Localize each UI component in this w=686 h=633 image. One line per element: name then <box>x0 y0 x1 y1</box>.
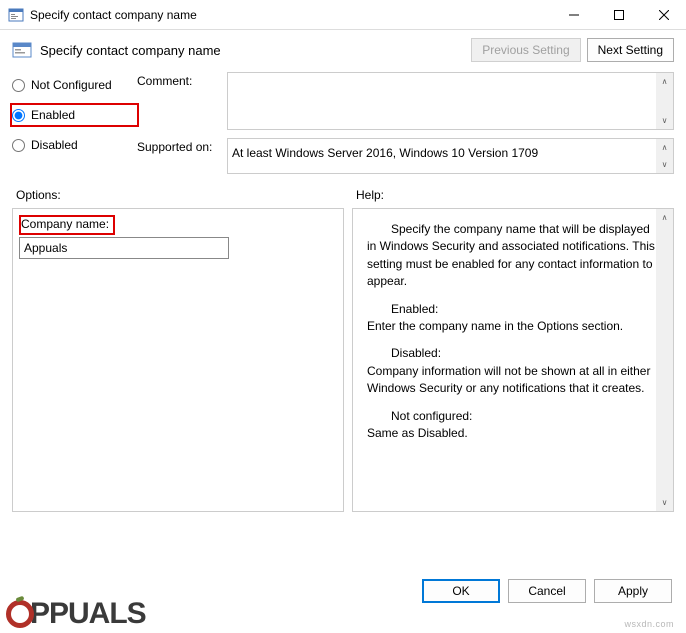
company-name-input[interactable] <box>19 237 229 259</box>
supported-label: Supported on: <box>137 138 227 154</box>
help-scrollbar[interactable]: ∧ ∨ <box>656 209 673 511</box>
app-icon <box>8 7 24 23</box>
window-title: Specify contact company name <box>30 8 551 22</box>
radio-not-configured-input[interactable] <box>12 79 25 92</box>
scroll-up-icon: ∧ <box>656 139 673 156</box>
scroll-up-icon: ∧ <box>656 73 673 90</box>
ok-button[interactable]: OK <box>422 579 500 603</box>
watermark: wsxdn.com <box>624 619 674 629</box>
radio-enabled-input[interactable] <box>12 109 25 122</box>
scroll-down-icon: ∨ <box>656 156 673 173</box>
help-panel: Specify the company name that will be di… <box>352 208 674 512</box>
supported-field-wrap: At least Windows Server 2016, Windows 10… <box>227 138 674 174</box>
radio-not-configured-label: Not Configured <box>31 78 112 92</box>
policy-header: Specify contact company name Previous Se… <box>12 38 674 62</box>
radio-disabled-input[interactable] <box>12 139 25 152</box>
policy-title: Specify contact company name <box>40 43 471 58</box>
appuals-logo: PPUALS <box>6 597 146 631</box>
cancel-button[interactable]: Cancel <box>508 579 586 603</box>
minimize-button[interactable] <box>551 0 596 29</box>
state-radio-group: Not Configured Enabled Disabled <box>12 72 137 174</box>
scroll-down-icon: ∨ <box>656 494 673 511</box>
scroll-up-icon: ∧ <box>656 209 673 226</box>
enabled-highlight: Enabled <box>10 103 139 127</box>
help-text: Specify the company name that will be di… <box>361 217 665 456</box>
help-disabled-body: Company information will not be shown at… <box>367 364 650 395</box>
options-heading: Options: <box>12 188 352 202</box>
title-bar: Specify contact company name <box>0 0 686 30</box>
maximize-button[interactable] <box>596 0 641 29</box>
company-name-highlight: Company name: <box>19 215 115 235</box>
comment-field-wrap: ∧ ∨ <box>227 72 674 130</box>
comment-label: Comment: <box>137 72 227 88</box>
supported-field: At least Windows Server 2016, Windows 10… <box>228 139 656 173</box>
help-paragraph: Specify the company name that will be di… <box>367 221 659 291</box>
options-panel: Company name: <box>12 208 344 512</box>
logo-ring-icon <box>6 600 34 628</box>
window-controls <box>551 0 686 29</box>
help-enabled-title: Enabled: <box>367 301 438 318</box>
dialog-footer: OK Cancel Apply <box>422 579 672 603</box>
radio-enabled[interactable]: Enabled <box>12 106 137 124</box>
radio-not-configured[interactable]: Not Configured <box>12 76 137 94</box>
next-setting-button[interactable]: Next Setting <box>587 38 674 62</box>
comment-scrollbar[interactable]: ∧ ∨ <box>656 73 673 129</box>
help-notconfig-title: Not configured: <box>367 408 472 425</box>
radio-enabled-label: Enabled <box>31 108 75 122</box>
supported-scrollbar[interactable]: ∧ ∨ <box>656 139 673 173</box>
apply-button[interactable]: Apply <box>594 579 672 603</box>
help-disabled-title: Disabled: <box>367 345 441 362</box>
panels-header: Options: Help: <box>12 188 674 202</box>
policy-icon <box>12 40 32 60</box>
help-notconfig-body: Same as Disabled. <box>367 426 468 440</box>
comment-field[interactable] <box>228 73 656 129</box>
radio-disabled[interactable]: Disabled <box>12 136 137 154</box>
logo-text: PPUALS <box>30 597 146 631</box>
radio-disabled-label: Disabled <box>31 138 78 152</box>
close-button[interactable] <box>641 0 686 29</box>
previous-setting-button: Previous Setting <box>471 38 580 62</box>
help-heading: Help: <box>352 188 674 202</box>
scroll-down-icon: ∨ <box>656 112 673 129</box>
company-name-label: Company name: <box>21 217 109 231</box>
help-enabled-body: Enter the company name in the Options se… <box>367 319 623 333</box>
